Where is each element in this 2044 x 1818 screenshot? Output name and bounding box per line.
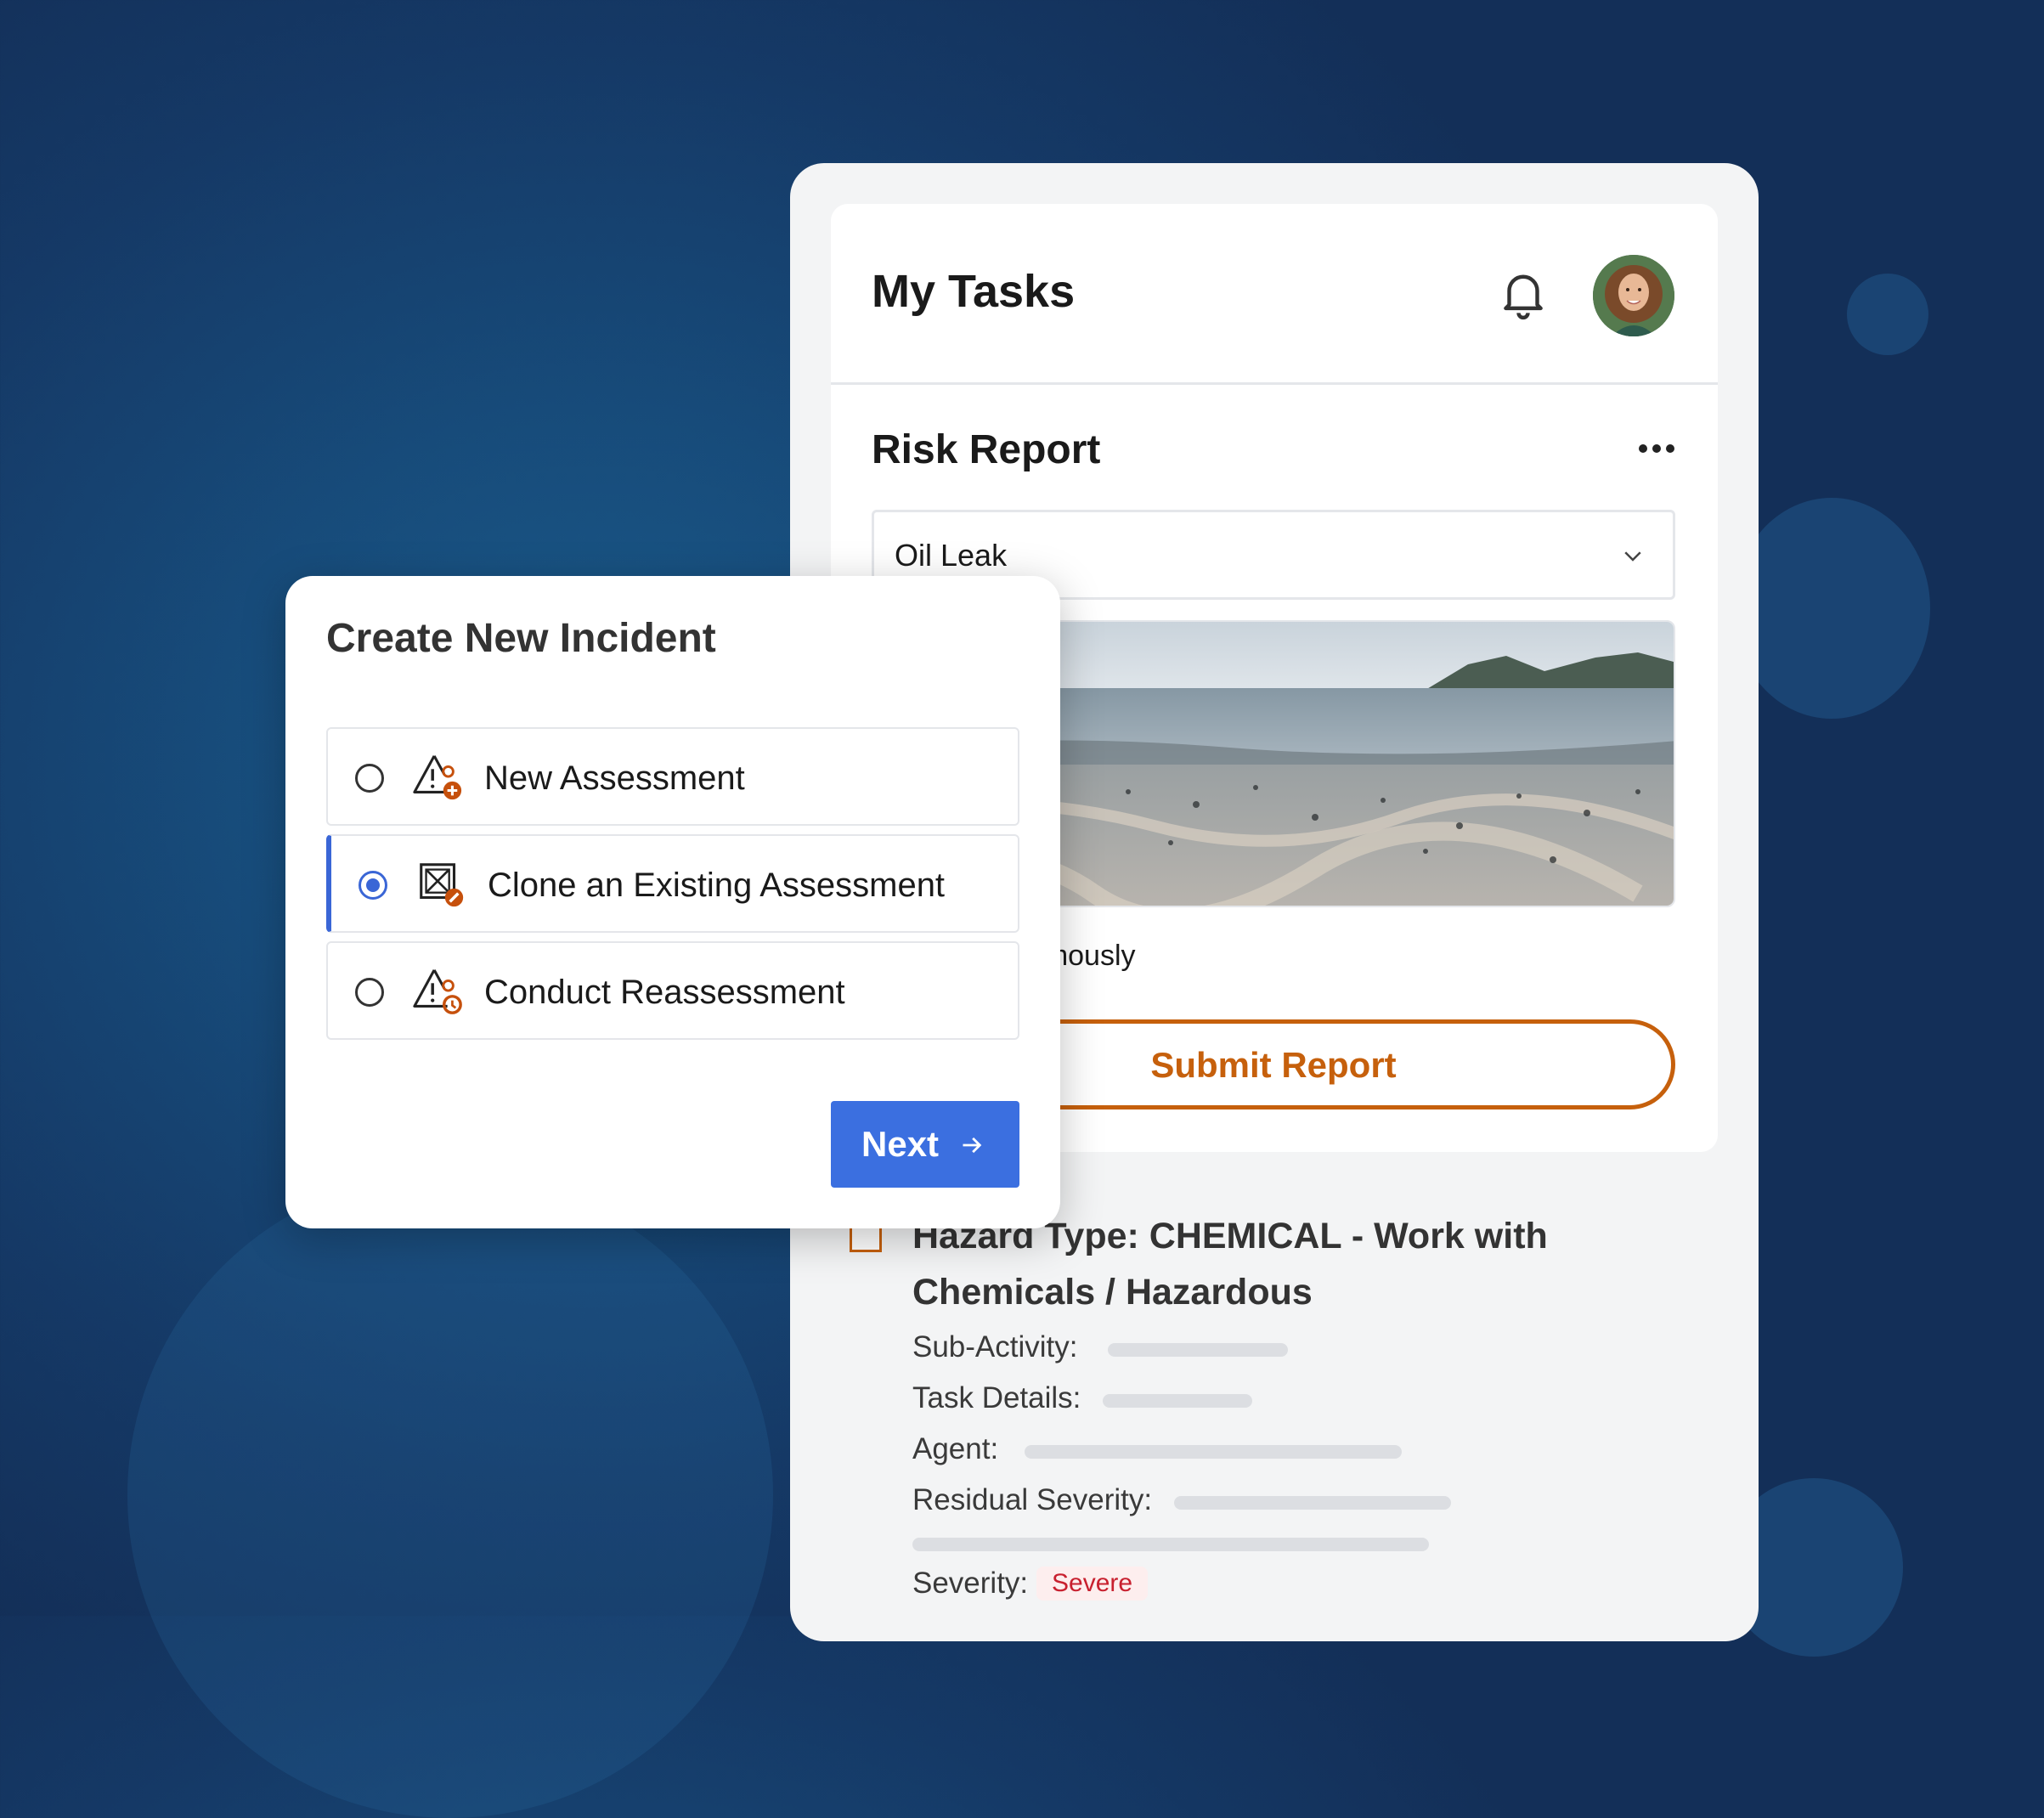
avatar[interactable] [1593,255,1674,336]
radio-new-assessment[interactable] [355,764,384,793]
background-bubble [1847,274,1928,355]
option-clone-assessment[interactable]: Clone an Existing Assessment [326,834,1019,933]
radio-clone-assessment[interactable] [359,871,387,900]
tasks-header: My Tasks [831,204,1718,385]
incident-type-value: Oil Leak [895,538,1008,573]
warning-add-icon [413,755,462,800]
more-icon[interactable] [1638,442,1675,455]
sub-activity-value-placeholder [1108,1343,1288,1357]
bell-icon[interactable] [1495,265,1551,321]
modal-title: Create New Incident [326,616,716,661]
option-new-assessment[interactable]: New Assessment [326,727,1019,826]
agent-value-placeholder [1025,1445,1402,1459]
task-details-value-placeholder [1103,1394,1252,1408]
warning-refresh-icon [413,969,462,1014]
agent-label: Agent: [912,1432,999,1465]
option-label: Conduct Reassessment [484,974,845,1011]
clone-edit-icon [420,863,464,907]
residual-severity-label: Residual Severity: [912,1483,1153,1516]
description-placeholder [912,1538,1429,1551]
background-bubble [1733,498,1930,719]
radio-conduct-reassessment[interactable] [355,978,384,1007]
page-title: My Tasks [872,266,1076,317]
task-details-label: Task Details: [912,1381,1081,1414]
next-button[interactable]: Next [831,1101,1019,1188]
option-conduct-reassessment[interactable]: Conduct Reassessment [326,941,1019,1040]
severity-badge: Severe [1036,1567,1149,1601]
next-button-label: Next [861,1124,940,1164]
severity-label: Severity: [912,1567,1029,1600]
option-label: Clone an Existing Assessment [488,867,946,904]
residual-severity-value-placeholder [1174,1496,1451,1510]
option-label: New Assessment [484,759,745,797]
arrow-right-icon [963,1137,982,1154]
risk-report-title: Risk Report [872,427,1101,472]
sub-activity-label: Sub-Activity: [912,1330,1078,1364]
chevron-down-icon [1624,551,1641,562]
background-bubble [127,1172,773,1818]
create-incident-modal: Create New Incident New Assessment Clone… [285,576,1060,1228]
